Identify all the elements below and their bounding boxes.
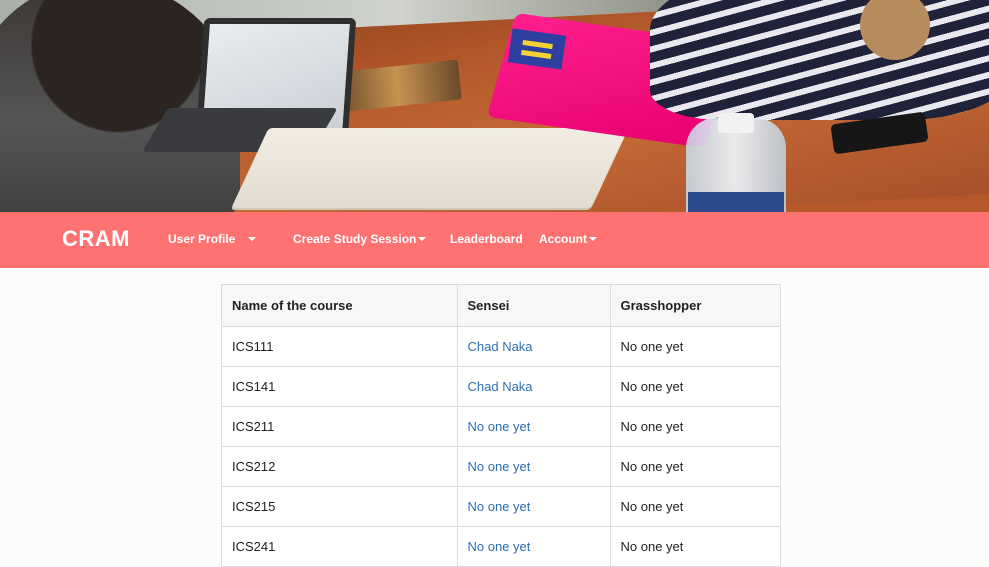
sensei-cell: No one yet (457, 446, 611, 487)
sensei-cell: Chad Naka (457, 366, 611, 407)
table-row: ICS215 No one yet No one yet (222, 486, 780, 527)
brand-logo[interactable]: CRAM (62, 226, 130, 252)
grasshopper-cell: No one yet (610, 446, 780, 487)
nav-user-profile[interactable]: User Profile (168, 232, 235, 246)
main-navbar: CRAM User Profile Create Study Session L… (0, 212, 989, 268)
grasshopper-cell: No one yet (610, 326, 780, 367)
grasshopper-cell: No one yet (610, 406, 780, 447)
water-bottle-label (688, 192, 784, 212)
course-table: Name of the course Sensei Grasshopper IC… (222, 285, 780, 567)
sensei-link[interactable]: No one yet (468, 539, 531, 554)
student-right (650, 0, 989, 120)
course-cell: ICS141 (222, 366, 458, 407)
course-cell: ICS111 (222, 326, 458, 367)
grasshopper-cell: No one yet (610, 366, 780, 407)
column-header-grasshopper: Grasshopper (610, 285, 780, 327)
sensei-cell: No one yet (457, 406, 611, 447)
sensei-cell: Chad Naka (457, 326, 611, 367)
sensei-link[interactable]: No one yet (468, 459, 531, 474)
chevron-down-icon[interactable] (248, 237, 256, 241)
sensei-link[interactable]: No one yet (468, 419, 531, 434)
table-row: ICS241 No one yet No one yet (222, 526, 780, 567)
course-cell: ICS212 (222, 446, 458, 487)
open-book (231, 128, 629, 208)
sensei-link[interactable]: Chad Naka (468, 379, 533, 394)
course-cell: ICS215 (222, 486, 458, 527)
water-bottle-cap (718, 113, 754, 133)
table-header-row: Name of the course Sensei Grasshopper (222, 285, 780, 327)
table-row: ICS211 No one yet No one yet (222, 406, 780, 447)
chevron-down-icon[interactable] (589, 237, 597, 241)
course-cell: ICS241 (222, 526, 458, 567)
table-row: ICS141 Chad Naka No one yet (222, 366, 780, 407)
column-header-course: Name of the course (222, 285, 458, 327)
table-row: ICS111 Chad Naka No one yet (222, 326, 780, 367)
sensei-cell: No one yet (457, 526, 611, 567)
nav-leaderboard[interactable]: Leaderboard (450, 232, 523, 246)
course-cell: ICS211 (222, 406, 458, 447)
sensei-link[interactable]: No one yet (468, 499, 531, 514)
column-header-sensei: Sensei (457, 285, 611, 327)
grasshopper-cell: No one yet (610, 486, 780, 527)
course-table-container: Name of the course Sensei Grasshopper IC… (221, 284, 781, 567)
hero-banner-image (0, 0, 989, 212)
sensei-cell: No one yet (457, 486, 611, 527)
grasshopper-cell: No one yet (610, 526, 780, 567)
equality-sticker (507, 28, 567, 70)
chevron-down-icon[interactable] (418, 237, 426, 241)
table-row: ICS212 No one yet No one yet (222, 446, 780, 487)
sensei-link[interactable]: Chad Naka (468, 339, 533, 354)
nav-create-study-session[interactable]: Create Study Session (293, 232, 416, 246)
nav-account[interactable]: Account (539, 232, 587, 246)
